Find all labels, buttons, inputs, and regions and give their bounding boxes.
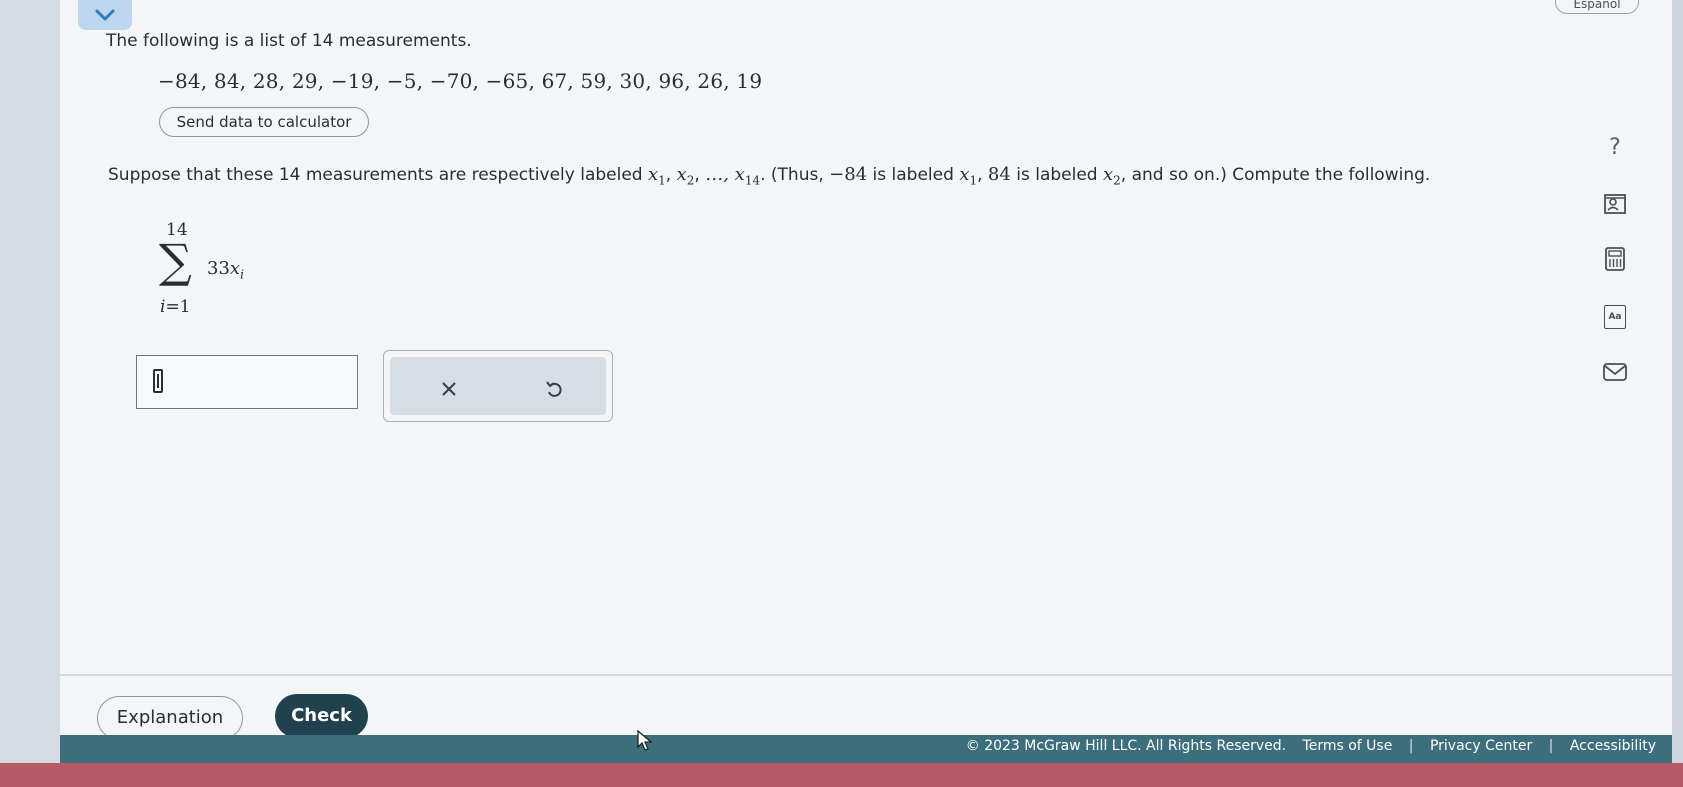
x-var: x1 xyxy=(959,164,978,188)
footer-divider xyxy=(60,674,1672,676)
text-size-icon[interactable]: Aa xyxy=(1598,300,1632,334)
sum-subscript: i xyxy=(240,267,244,282)
text-size-label: Aa xyxy=(1604,305,1626,329)
var-x1: x xyxy=(648,164,659,185)
ebook-icon-glyph xyxy=(1604,194,1626,214)
var-x2b: x xyxy=(1102,164,1114,185)
send-data-button[interactable]: Send data to calculator xyxy=(159,107,369,137)
var-x1b: x xyxy=(959,164,970,185)
question-icon[interactable]: ? xyxy=(1598,130,1632,164)
answer-actions xyxy=(383,350,613,422)
is-labeled-2: is labeled xyxy=(1010,165,1103,185)
answer-field[interactable] xyxy=(136,355,358,409)
explanation-button[interactable]: Explanation xyxy=(97,696,243,740)
var-x14: x xyxy=(734,164,745,185)
undo-button[interactable] xyxy=(540,375,568,403)
question-part1: Suppose that these 14 measurements are r… xyxy=(108,165,648,185)
x-var: x14 xyxy=(734,164,761,188)
input-cursor-icon xyxy=(153,369,163,393)
footer-links: © 2023 McGraw Hill LLC. All Rights Reser… xyxy=(954,738,1656,754)
summation-expression: 14 ∑ i=1 33xi xyxy=(150,220,290,320)
subscript-1: 1 xyxy=(658,173,666,188)
x-var: x1 xyxy=(648,164,666,188)
check-button[interactable]: Check xyxy=(275,694,368,738)
example-84: 84 xyxy=(987,164,1011,185)
question-part3: , and so on.) Compute the following. xyxy=(1120,165,1431,185)
answer-actions-bg xyxy=(390,357,606,415)
undo-icon xyxy=(546,381,562,397)
screen-left-edge xyxy=(0,0,60,787)
x-var: x2 xyxy=(676,164,695,188)
language-toggle[interactable]: Español xyxy=(1555,0,1639,14)
privacy-link[interactable]: Privacy Center xyxy=(1430,738,1532,754)
separator: | xyxy=(1408,738,1414,754)
subscript-14: 14 xyxy=(744,173,761,188)
accessibility-link[interactable]: Accessibility xyxy=(1570,738,1656,754)
x-var: x2 xyxy=(1102,164,1121,188)
problem-intro: The following is a list of 14 measuremen… xyxy=(106,31,472,51)
mouse-pointer-icon xyxy=(637,730,653,751)
sum-coefficient: 33 xyxy=(207,258,230,279)
footer-bar: © 2023 McGraw Hill LLC. All Rights Reser… xyxy=(60,735,1672,763)
calculator-icon-glyph xyxy=(1605,247,1625,271)
comma: , xyxy=(665,165,677,185)
question-part2: . (Thus, xyxy=(760,165,830,185)
ellipsis: …, xyxy=(705,164,735,185)
dock-strip xyxy=(0,763,1683,787)
sigma-symbol: ∑ xyxy=(159,234,192,288)
chevron-down-icon xyxy=(95,9,115,21)
copyright-text: © 2023 McGraw Hill LLC. All Rights Reser… xyxy=(965,738,1287,754)
var-x2: x xyxy=(676,164,687,185)
subscript-1b: 1 xyxy=(969,173,978,188)
sum-lower-limit: i=1 xyxy=(160,297,191,317)
sum-variable: x xyxy=(229,258,241,279)
comma: , xyxy=(694,165,706,185)
sum-lower-value: =1 xyxy=(165,297,191,317)
measurement-data: −84, 84, 28, 29, −19, −5, −70, −65, 67, … xyxy=(158,69,763,93)
separator: | xyxy=(1548,738,1554,754)
ebook-icon[interactable] xyxy=(1598,187,1632,221)
screen-right-edge xyxy=(1671,0,1683,787)
clear-button[interactable] xyxy=(435,375,463,403)
terms-link[interactable]: Terms of Use xyxy=(1303,738,1393,754)
is-labeled: is labeled xyxy=(867,165,960,185)
question-text: Suppose that these 14 measurements are r… xyxy=(108,164,1430,188)
sum-term: 33xi xyxy=(207,258,244,282)
comma: , xyxy=(977,165,988,185)
collapse-toggle[interactable] xyxy=(78,0,132,30)
mail-icon-glyph xyxy=(1603,363,1627,381)
example-neg84: −84 xyxy=(829,164,868,185)
close-icon xyxy=(442,382,456,396)
subscript-2b: 2 xyxy=(1113,173,1121,188)
calculator-icon[interactable] xyxy=(1598,242,1632,276)
mail-icon[interactable] xyxy=(1598,355,1632,389)
